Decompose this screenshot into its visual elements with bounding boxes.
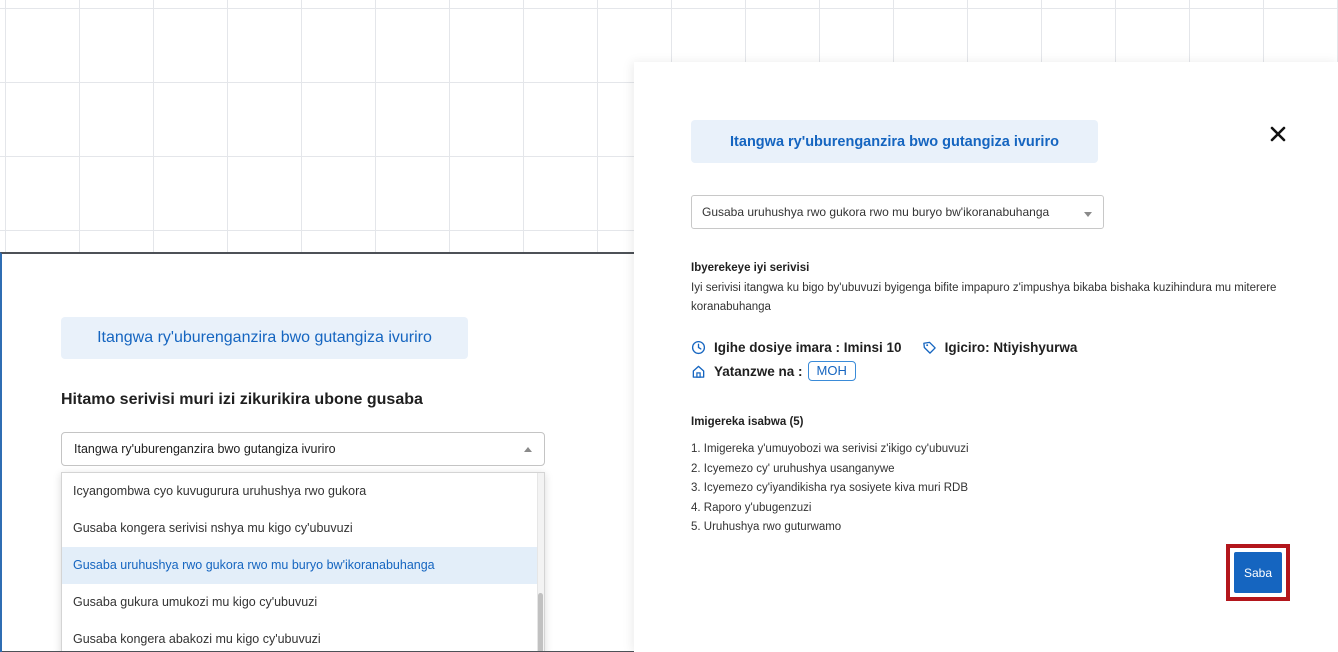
dropdown-option-selected[interactable]: Gusaba uruhushya rwo gukora rwo mu buryo… xyxy=(62,547,544,584)
description-label: Ibyerekeye iyi serivisi xyxy=(691,262,810,274)
provider-badge: MOH xyxy=(807,361,856,381)
duration-text: Igihe dosiye imara : Iminsi 10 xyxy=(714,340,902,355)
clock-icon xyxy=(691,340,706,355)
tag-icon xyxy=(922,341,936,354)
dropdown-option[interactable]: Gusaba gukura umukozi mu kigo cy'ubuvuzi xyxy=(62,584,544,621)
dropdown-option[interactable]: Gusaba kongera abakozi mu kigo cy'ubuvuz… xyxy=(62,621,544,652)
service-select-value: Itangwa ry'uburenganzira bwo gutangiza i… xyxy=(74,442,336,456)
provider-label: Yatanzwe na : xyxy=(714,363,803,379)
selected-service-value: Gusaba uruhushya rwo gukora rwo mu buryo… xyxy=(702,205,1050,219)
service-details-panel: Itangwa ry'uburenganzira bwo gutangiza i… xyxy=(634,62,1338,652)
home-icon xyxy=(692,365,705,378)
service-meta-row: Igihe dosiye imara : Iminsi 10 Igiciro: … xyxy=(691,340,1077,355)
caret-up-icon xyxy=(524,447,532,452)
left-panel-title: Itangwa ry'uburenganzira bwo gutangiza i… xyxy=(61,317,468,359)
dropdown-scrollbar[interactable] xyxy=(537,473,544,652)
close-button[interactable] xyxy=(1268,124,1288,144)
requirement-item: 2. Icyemezo cy' uruhushya usanganywe xyxy=(691,462,895,475)
description-text: Iyi serivisi itangwa ku bigo by'ubuvuzi … xyxy=(691,282,1277,313)
submit-highlight: Saba xyxy=(1226,544,1290,601)
selected-service-select[interactable]: Gusaba uruhushya rwo gukora rwo mu buryo… xyxy=(691,195,1104,229)
dropdown-option[interactable]: Icyangombwa cyo kuvugurura uruhushya rwo… xyxy=(62,473,544,510)
requirement-item: 1. Imigereka y'umuyobozi wa serivisi z'i… xyxy=(691,443,969,455)
provider-row: Yatanzwe na : MOH xyxy=(691,361,856,381)
dropdown-option[interactable]: Gusaba kongera serivisi nshya mu kigo cy… xyxy=(62,510,544,547)
requirement-item: 4. Raporo y'ubugenzuzi xyxy=(691,501,812,514)
submit-button[interactable]: Saba xyxy=(1234,552,1282,593)
price-text: Igiciro: Ntiyishyurwa xyxy=(944,340,1078,355)
service-select[interactable]: Itangwa ry'uburenganzira bwo gutangiza i… xyxy=(61,432,545,466)
requirements-label: Imigereka isabwa (5) xyxy=(691,416,804,428)
close-icon xyxy=(1270,126,1286,142)
choose-service-heading: Hitamo serivisi muri izi zikurikira ubon… xyxy=(61,391,423,408)
details-panel-title: Itangwa ry'uburenganzira bwo gutangiza i… xyxy=(691,120,1098,163)
caret-down-icon xyxy=(1084,212,1092,217)
requirement-item: 3. Icyemezo cy'iyandikisha rya sosiyete … xyxy=(691,482,969,494)
service-selection-panel: Itangwa ry'uburenganzira bwo gutangiza i… xyxy=(0,252,640,652)
requirements-list: 1. Imigereka y'umuyobozi wa serivisi z'i… xyxy=(691,440,969,538)
service-dropdown-list[interactable]: Icyangombwa cyo kuvugurura uruhushya rwo… xyxy=(61,472,545,652)
dropdown-scrollbar-thumb[interactable] xyxy=(538,593,543,652)
requirement-item: 5. Uruhushya rwo guturwamo xyxy=(691,521,842,533)
